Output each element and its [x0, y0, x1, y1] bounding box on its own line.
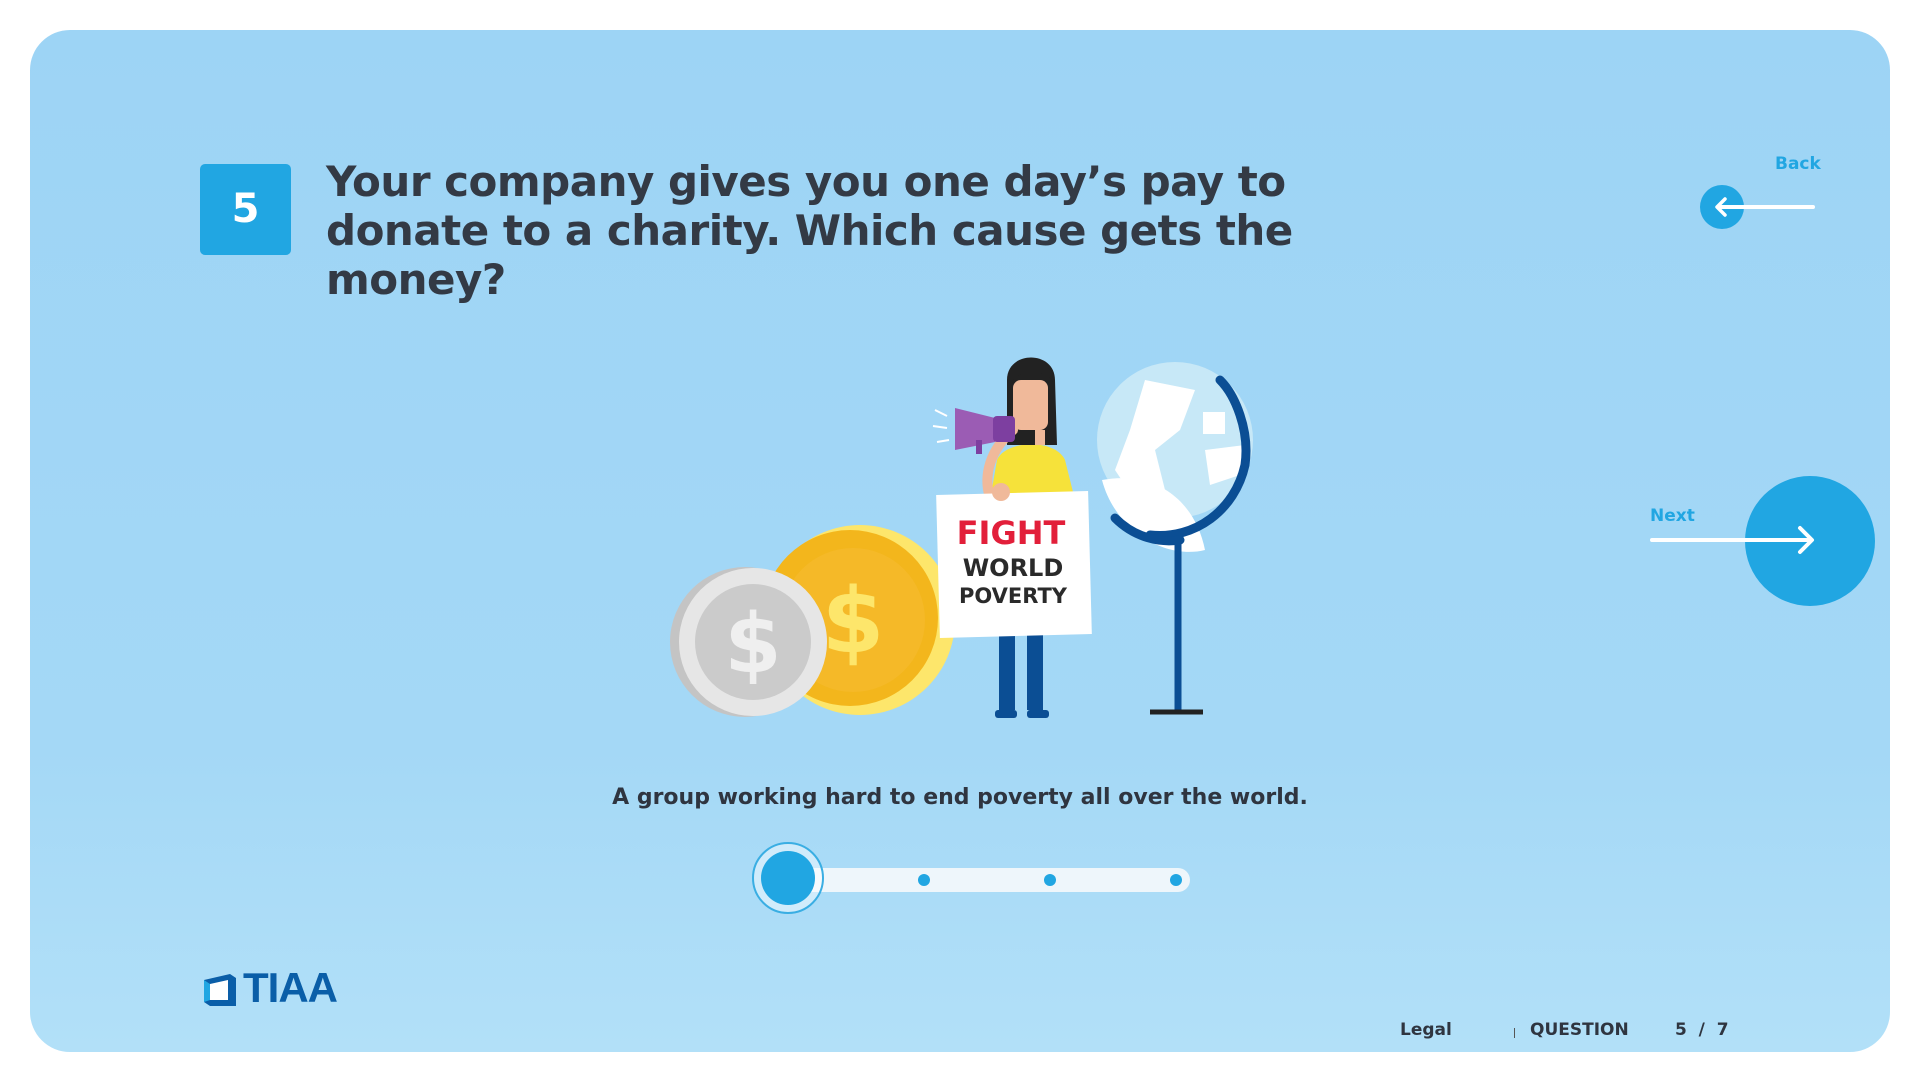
charity-illustration: $ $ FIGHT WORLD POVERTY — [670, 357, 1253, 718]
next-button[interactable]: Next — [1650, 476, 1880, 616]
question-progress: 5 / 7 — [1675, 1020, 1729, 1040]
back-button[interactable]: Back — [1670, 150, 1821, 230]
arrow-left-icon — [1715, 197, 1727, 217]
silver-coin-icon: $ — [670, 567, 827, 717]
slider-track[interactable] — [792, 868, 1190, 892]
protest-sign: FIGHT WORLD POVERTY — [936, 483, 1092, 638]
footer-divider — [1514, 1028, 1515, 1038]
answer-caption: A group working hard to end poverty all … — [612, 785, 1308, 810]
tiaa-logo-mark-icon — [204, 974, 236, 1006]
svg-text:$: $ — [822, 569, 885, 674]
slider-stop-3[interactable] — [1044, 874, 1056, 886]
next-arrow-line — [1650, 538, 1810, 542]
arrow-right-icon — [1798, 526, 1814, 554]
slider-stop-4[interactable] — [1170, 874, 1182, 886]
svg-text:$: $ — [724, 597, 781, 692]
question-label: QUESTION — [1530, 1020, 1629, 1040]
question-number-badge: 5 — [200, 164, 291, 255]
answer-slider[interactable] — [722, 820, 1242, 930]
slider-stop-2[interactable] — [918, 874, 930, 886]
question-text: Your company gives you one day’s pay to … — [326, 157, 1293, 304]
tiaa-logo: TIAA — [200, 964, 350, 1011]
globe-icon — [1097, 362, 1253, 715]
slider-thumb[interactable] — [761, 851, 815, 905]
tiaa-logo-text: TIAA — [243, 964, 338, 1011]
sign-line-1: FIGHT — [957, 514, 1066, 552]
sign-line-3: POVERTY — [959, 584, 1068, 608]
legal-link[interactable]: Legal — [1400, 1020, 1452, 1040]
question-card: 5 Your company gives you one day’s pay t… — [30, 30, 1890, 1052]
next-label: Next — [1650, 506, 1695, 526]
back-label: Back — [1775, 154, 1821, 174]
sign-line-2: WORLD — [963, 554, 1064, 582]
